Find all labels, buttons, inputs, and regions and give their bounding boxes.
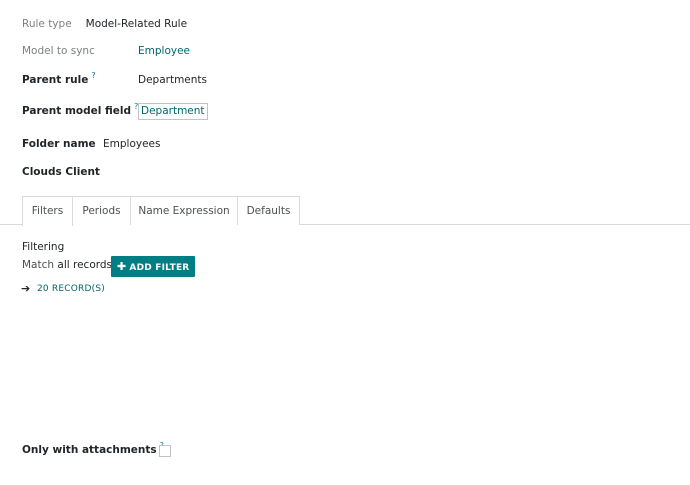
parent-model-field-help-icon[interactable]: ? [134, 102, 138, 111]
attachments-label: Only with attachments [22, 444, 157, 456]
tab-defaults[interactable]: Defaults [238, 196, 300, 225]
arrow-right-icon: ➔ [21, 282, 31, 295]
tab-bar: Filters Periods Name Expression Defaults [0, 196, 690, 226]
parent-model-field-value[interactable]: Department [138, 103, 208, 120]
folder-name-row: Folder name Employees [22, 138, 160, 150]
folder-name-value[interactable]: Employees [103, 138, 160, 150]
tab-filters[interactable]: Filters [22, 196, 73, 226]
parent-model-field-row: Parent model field ? Department [22, 102, 208, 120]
parent-model-field-label-wrap: Parent model field ? [22, 102, 138, 117]
parent-rule-label: Parent rule [22, 74, 89, 86]
model-to-sync-value[interactable]: Employee [138, 45, 190, 57]
attachments-checkbox[interactable] [159, 445, 171, 457]
add-filter-button[interactable]: ✚ ADD FILTER [111, 256, 196, 277]
records-count: 20 RECORD(S) [37, 283, 105, 294]
attachments-row: Only with attachments ? [22, 441, 164, 456]
tab-name-expression[interactable]: Name Expression [131, 196, 238, 225]
parent-rule-value[interactable]: Departments [138, 74, 207, 86]
add-filter-label: ADD FILTER [129, 263, 190, 273]
match-prefix: Match [22, 259, 55, 271]
match-value: all records [57, 259, 113, 271]
model-to-sync-row: Model to sync Employee [22, 45, 190, 57]
filtering-title: Filtering [22, 241, 65, 253]
folder-name-label: Folder name [22, 138, 96, 150]
rule-form: Rule type Model-Related Rule Model to sy… [0, 0, 690, 485]
plus-icon: ✚ [117, 260, 127, 273]
parent-rule-row: Parent rule ? Departments [22, 71, 207, 86]
clouds-client-row: Clouds Client [22, 166, 100, 178]
match-line: Match all records [22, 259, 112, 271]
clouds-client-label: Clouds Client [22, 166, 100, 178]
tab-periods[interactable]: Periods [73, 196, 131, 225]
rule-type-label: Rule type [22, 18, 72, 30]
parent-rule-help-icon[interactable]: ? [91, 71, 95, 80]
records-link[interactable]: ➔ 20 RECORD(S) [21, 282, 105, 295]
model-to-sync-label: Model to sync [22, 45, 95, 57]
rule-type-row: Rule type Model-Related Rule [22, 18, 187, 30]
parent-rule-label-wrap: Parent rule ? [22, 71, 138, 86]
rule-type-value[interactable]: Model-Related Rule [86, 18, 187, 30]
parent-model-field-label: Parent model field [22, 105, 132, 117]
